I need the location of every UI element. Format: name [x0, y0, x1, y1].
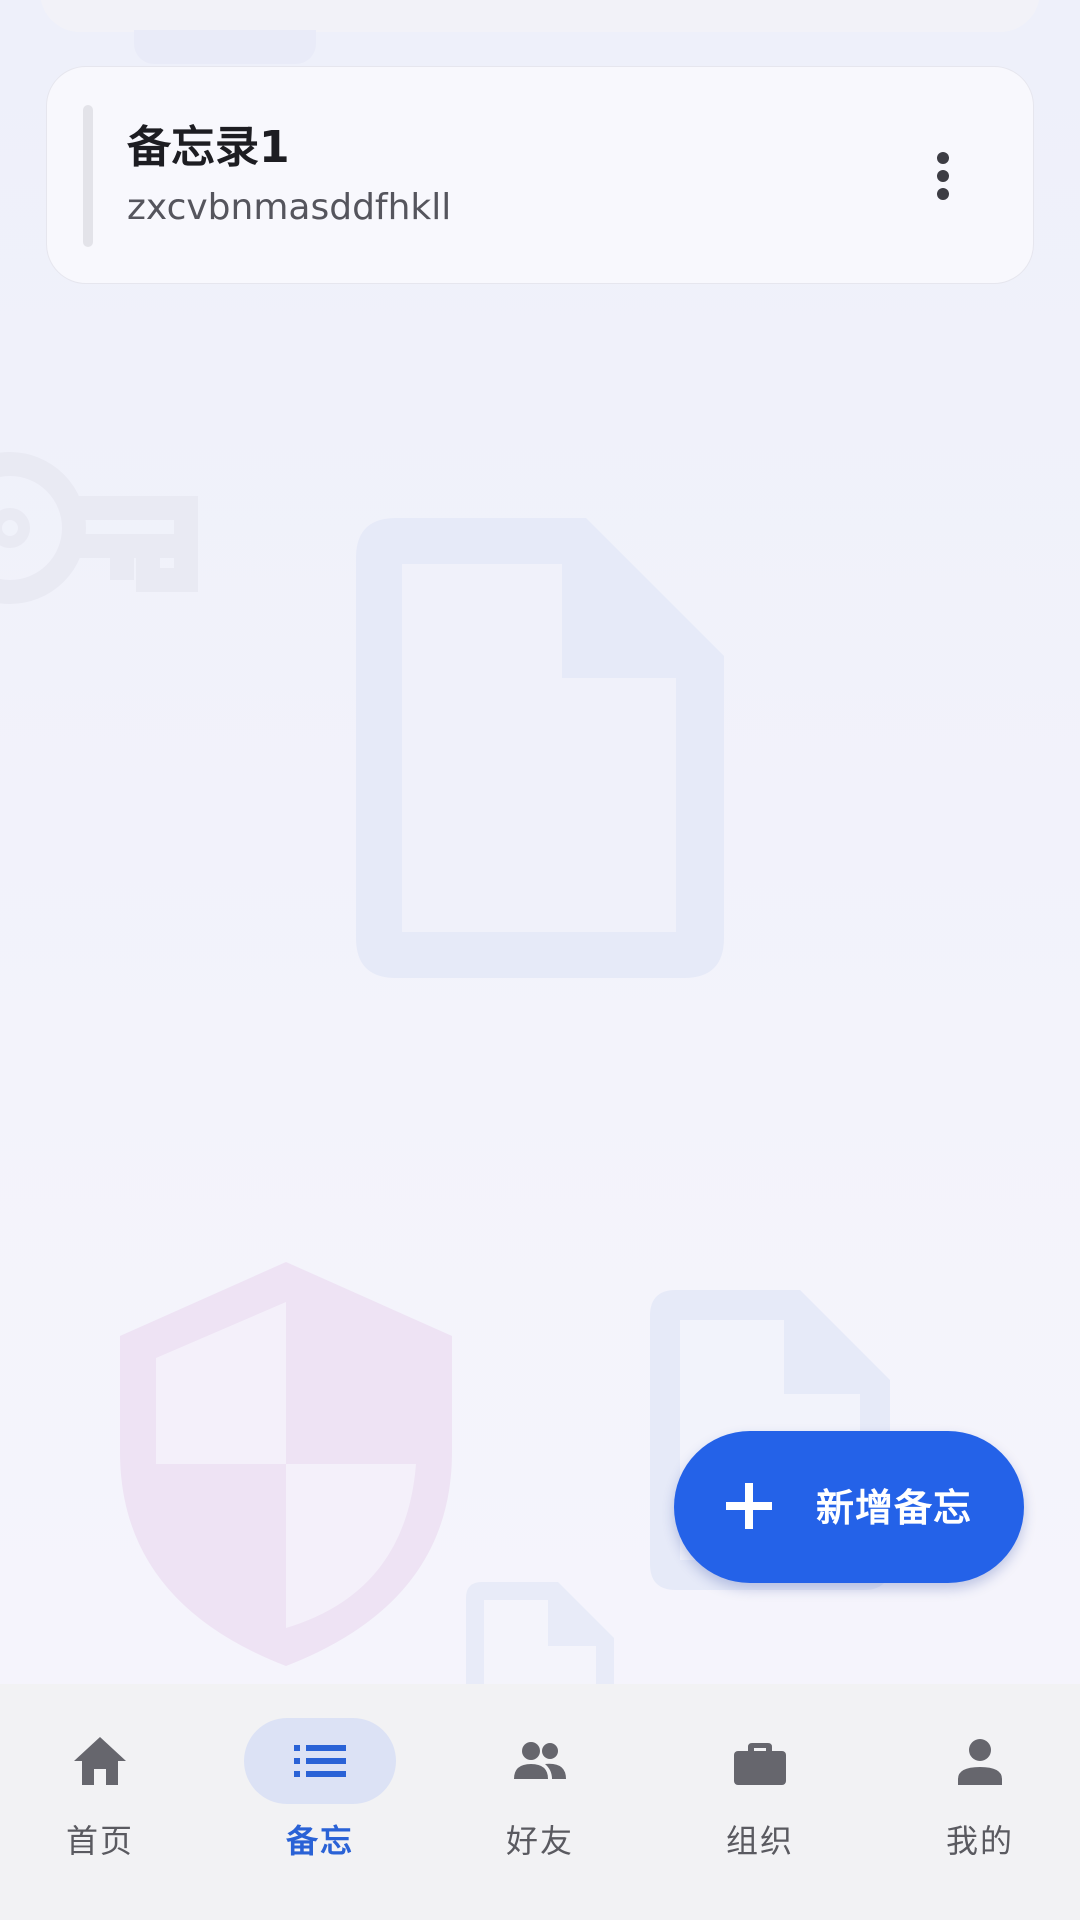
add-memo-button[interactable]: 新增备忘 [674, 1431, 1024, 1583]
nav-label-organization: 组织 [725, 1822, 794, 1860]
people-icon [514, 1742, 566, 1779]
list-icon [294, 1745, 346, 1777]
plus-icon [726, 1483, 772, 1529]
memo-title: 备忘录1 [127, 122, 290, 173]
nav-item-organization[interactable]: 组织 [660, 1718, 860, 1878]
shield-background-icon [120, 1262, 452, 1666]
previous-card-tab-remnant [134, 30, 316, 64]
nav-item-home[interactable]: 首页 [0, 1718, 200, 1878]
nav-label-memo: 备忘 [285, 1822, 354, 1860]
memo-preview: zxcvbnmasddfhkll [127, 187, 452, 228]
briefcase-icon [734, 1743, 786, 1785]
bottom-navigation: 首页 备忘 好友 组织 我的 [0, 1684, 1080, 1920]
person-icon [958, 1739, 1002, 1785]
memo-card[interactable]: 备忘录1 zxcvbnmasddfhkll [46, 66, 1034, 284]
document-tiny-background-icon [466, 1582, 614, 1692]
nav-item-memo[interactable]: 备忘 [220, 1718, 420, 1878]
nav-item-friends[interactable]: 好友 [440, 1718, 640, 1878]
previous-card-remnant [40, 0, 1040, 32]
nav-item-profile[interactable]: 我的 [880, 1718, 1080, 1878]
nav-label-home: 首页 [65, 1822, 134, 1860]
nav-label-friends: 好友 [505, 1822, 574, 1860]
add-memo-label: 新增备忘 [816, 1486, 973, 1530]
key-background-icon [0, 452, 198, 604]
memo-accent-bar [83, 105, 93, 247]
document-background-icon [356, 518, 724, 978]
home-icon [74, 1737, 126, 1785]
nav-label-profile: 我的 [945, 1822, 1014, 1860]
more-vertical-icon[interactable] [933, 151, 953, 201]
